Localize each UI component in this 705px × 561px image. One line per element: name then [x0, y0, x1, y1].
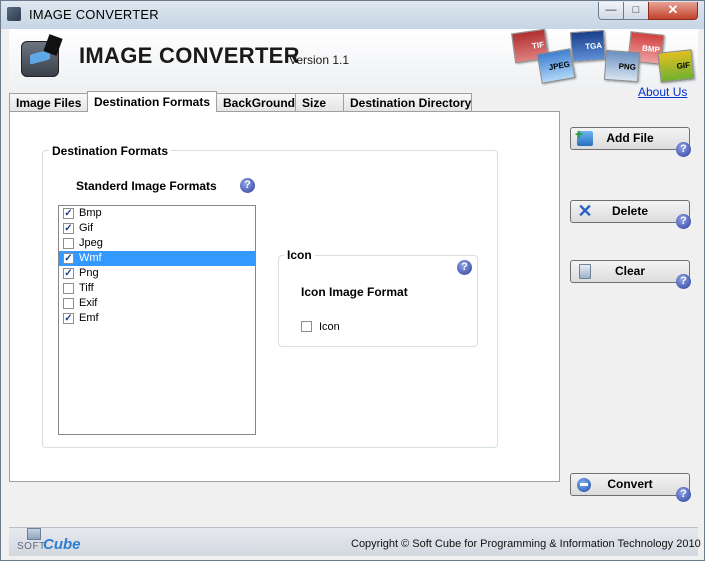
- format-item-jpeg[interactable]: Jpeg: [59, 236, 255, 251]
- window-title: IMAGE CONVERTER: [29, 7, 159, 22]
- delete-x-icon: ✕: [577, 201, 593, 221]
- tab-destination-formats[interactable]: Destination Formats: [87, 91, 217, 112]
- title-bar[interactable]: IMAGE CONVERTER — □ ✕: [1, 1, 704, 29]
- format-item-exif[interactable]: Exif: [59, 296, 255, 311]
- formats-checklist[interactable]: ✓ Bmp ✓ Gif Jpeg ✓ Wmf ✓ Png Tiff Exif ✓ Emf: [58, 205, 256, 435]
- clear-help-icon[interactable]: ?: [676, 274, 691, 289]
- copyright-text: Copyright © Soft Cube for Programming & …: [351, 538, 701, 550]
- icon-checkbox-label: Icon: [319, 321, 340, 333]
- format-item-emf[interactable]: ✓ Emf: [59, 311, 255, 326]
- tga-tile-icon: TGA: [569, 29, 607, 63]
- app-name: IMAGE CONVERTER: [79, 43, 300, 68]
- format-item-tiff[interactable]: Tiff: [59, 281, 255, 296]
- clear-button[interactable]: Clear: [570, 260, 690, 283]
- app-version: Version 1.1: [289, 53, 350, 67]
- add-file-help-icon[interactable]: ?: [676, 142, 691, 157]
- jpeg-tile-icon: JPEG: [536, 48, 576, 84]
- add-file-button[interactable]: + Add File: [570, 127, 690, 150]
- icon-format-option[interactable]: Icon: [301, 320, 340, 334]
- clear-trash-icon: [579, 264, 591, 279]
- checkbox-wmf[interactable]: ✓: [63, 253, 74, 264]
- minimize-button[interactable]: —: [598, 2, 624, 20]
- softcube-logo: SOFT Cube: [17, 528, 87, 553]
- checkbox-gif[interactable]: ✓: [63, 223, 74, 234]
- header-banner: IMAGE CONVERTER Version 1.1 TIF TGA BMP …: [9, 28, 699, 89]
- checkbox-png[interactable]: ✓: [63, 268, 74, 279]
- format-item-wmf[interactable]: ✓ Wmf: [59, 251, 255, 266]
- about-us-link[interactable]: About Us: [638, 85, 687, 99]
- destination-formats-panel: Destination Formats Standerd Image Forma…: [9, 111, 560, 482]
- checkbox-emf[interactable]: ✓: [63, 313, 74, 324]
- icon-format-help-icon[interactable]: ?: [457, 260, 472, 275]
- delete-button[interactable]: ✕ Delete: [570, 200, 690, 223]
- checkbox-bmp[interactable]: ✓: [63, 208, 74, 219]
- format-item-gif[interactable]: ✓ Gif: [59, 221, 255, 236]
- convert-icon: [577, 478, 591, 492]
- checkbox-tiff[interactable]: [63, 283, 74, 294]
- icon-image-format-label: Icon Image Format: [301, 285, 408, 299]
- gif-tile-icon: GIF: [657, 49, 695, 83]
- format-item-bmp[interactable]: ✓ Bmp: [59, 206, 255, 221]
- delete-help-icon[interactable]: ?: [676, 214, 691, 229]
- png-tile-icon: PNG: [603, 49, 641, 83]
- maximize-button[interactable]: □: [623, 2, 649, 20]
- image-formats-illustration: TIF TGA BMP JPEG PNG GIF: [509, 28, 699, 89]
- standard-formats-help-icon[interactable]: ?: [240, 178, 255, 193]
- close-button[interactable]: ✕: [648, 2, 698, 20]
- convert-help-icon[interactable]: ?: [676, 487, 691, 502]
- checkbox-exif[interactable]: [63, 298, 74, 309]
- cube-icon: [27, 528, 41, 540]
- tab-background[interactable]: BackGround: [216, 93, 296, 112]
- converter-logo-icon: [21, 41, 59, 77]
- app-icon: [7, 7, 21, 21]
- add-file-icon: +: [575, 127, 593, 146]
- convert-button[interactable]: Convert: [570, 473, 690, 496]
- icon-group-title: Icon: [284, 248, 315, 262]
- checkbox-icon[interactable]: [301, 321, 312, 332]
- tab-image-files[interactable]: Image Files: [9, 93, 88, 112]
- app-window: IMAGE CONVERTER — □ ✕ IMAGE CONVERTER Ve…: [0, 0, 705, 561]
- footer-bar: SOFT Cube Copyright © Soft Cube for Prog…: [9, 527, 701, 556]
- tab-size[interactable]: Size: [295, 93, 344, 112]
- tab-destination-directory[interactable]: Destination Directory: [343, 93, 472, 112]
- checkbox-jpeg[interactable]: [63, 238, 74, 249]
- destination-formats-title: Destination Formats: [49, 144, 172, 158]
- format-item-png[interactable]: ✓ Png: [59, 266, 255, 281]
- standard-formats-label: Standerd Image Formats: [76, 179, 217, 193]
